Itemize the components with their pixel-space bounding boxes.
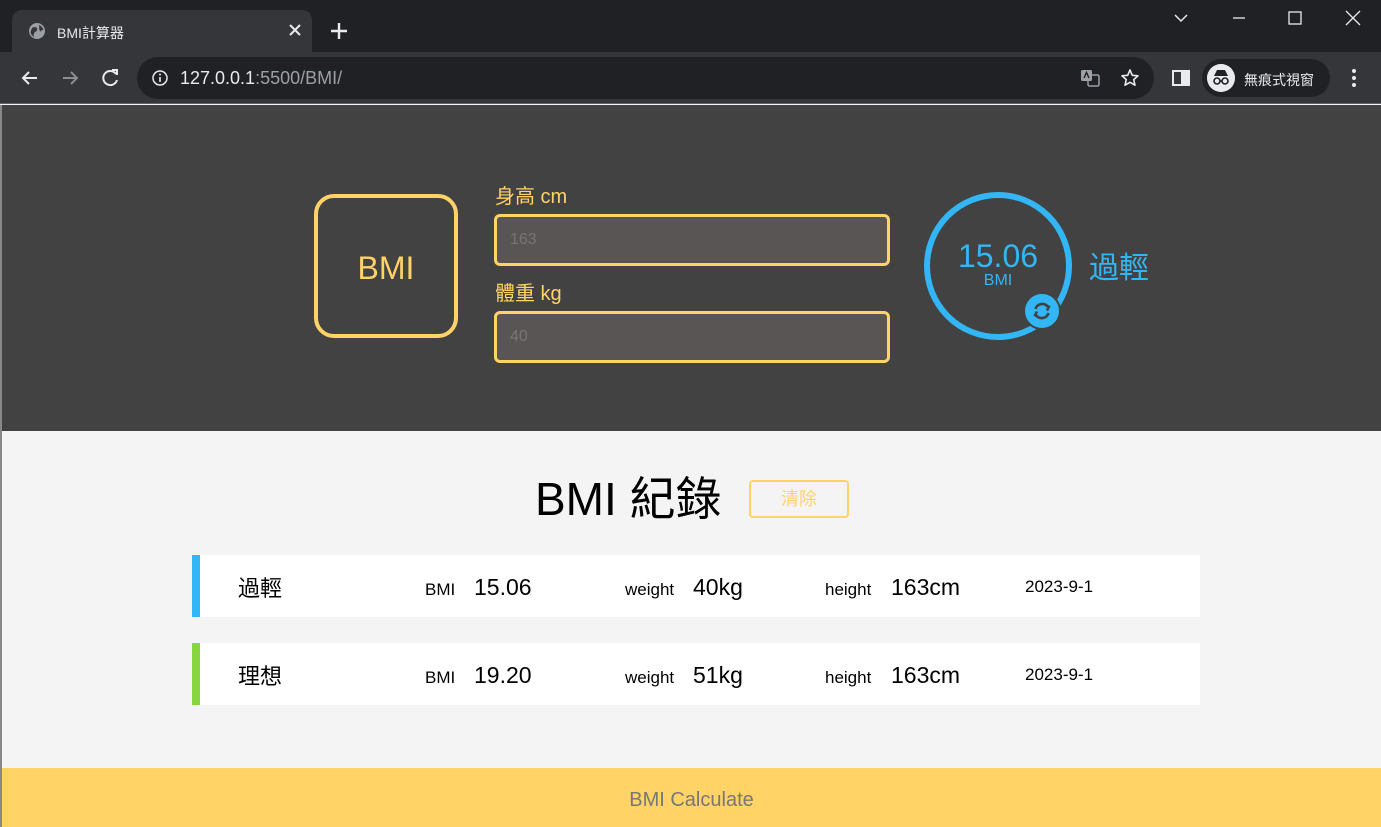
forward-icon[interactable] [56, 64, 84, 92]
close-icon[interactable] [284, 19, 306, 41]
record-weight-label: weight [625, 668, 675, 687]
incognito-icon [1207, 64, 1235, 92]
bmi-page: BMI 身高 cm 體重 kg 15.06 BMI 過輕 BMI 紀錄 清除 過… [2, 105, 1381, 827]
record-status-bar [192, 555, 200, 617]
weight-input[interactable] [494, 311, 890, 363]
globe-icon [29, 23, 45, 39]
result-status: 過輕 [1089, 252, 1149, 285]
calculator-header: BMI 身高 cm 體重 kg 15.06 BMI 過輕 [2, 105, 1381, 431]
bmi-logo: BMI [314, 194, 458, 338]
record-weight-label: weight [625, 580, 675, 599]
record-height-value: 163cm [891, 662, 961, 688]
reset-button[interactable] [1023, 292, 1061, 330]
height-label: 身高 cm [495, 186, 568, 208]
star-icon[interactable] [1119, 67, 1141, 89]
incognito-badge[interactable]: 無痕式視窗 [1202, 59, 1330, 97]
record-bmi-value: 19.20 [474, 662, 532, 688]
records-title: BMI 紀錄 [535, 473, 722, 525]
reload-icon[interactable] [96, 64, 124, 92]
record-bmi-label: BMI [425, 580, 456, 599]
footer-text: BMI Calculate [629, 789, 754, 811]
result-value: 15.06 [957, 238, 1039, 274]
browser-tab[interactable]: BMI計算器 [12, 10, 312, 52]
info-icon[interactable] [151, 69, 169, 87]
record-height-label: height [825, 580, 872, 599]
browser-titlebar: BMI計算器 [0, 0, 1381, 52]
maximize-icon[interactable] [1280, 6, 1310, 30]
record-date: 2023-9-1 [1025, 665, 1094, 684]
tab-title: BMI計算器 [57, 25, 124, 41]
record-row: 過輕 BMI 15.06 weight 40kg height 163cm 20… [192, 555, 1200, 617]
sidepanel-icon[interactable] [1167, 64, 1195, 92]
record-status: 理想 [238, 664, 283, 689]
record-height-label: height [825, 668, 872, 687]
refresh-icon [1033, 302, 1051, 320]
browser-toolbar: 127.0.0.1:5500/BMI/ 無痕式視窗 [0, 52, 1381, 104]
logo-text: BMI [357, 250, 415, 286]
footer: BMI Calculate [2, 768, 1381, 827]
more-icon[interactable] [1340, 64, 1368, 92]
record-bmi-value: 15.06 [474, 574, 532, 600]
record-status-bar [192, 643, 200, 705]
address-bar[interactable]: 127.0.0.1:5500/BMI/ [137, 57, 1154, 99]
clear-button[interactable]: 清除 [749, 480, 849, 518]
record-weight-value: 40kg [693, 574, 743, 600]
record-date: 2023-9-1 [1025, 577, 1094, 596]
record-status: 過輕 [238, 576, 283, 601]
url-host: 127.0.0.1 [180, 68, 256, 88]
plus-icon[interactable] [326, 18, 352, 44]
record-bmi-label: BMI [425, 668, 456, 687]
back-icon[interactable] [16, 64, 44, 92]
weight-label: 體重 kg [495, 283, 562, 305]
url-path: :5500/BMI/ [255, 68, 343, 88]
translate-icon[interactable] [1079, 67, 1101, 89]
record-row: 理想 BMI 19.20 weight 51kg height 163cm 20… [192, 643, 1200, 705]
chevron-down-icon[interactable] [1166, 6, 1196, 30]
record-weight-value: 51kg [693, 662, 743, 688]
record-height-value: 163cm [891, 574, 961, 600]
url-text: 127.0.0.1:5500/BMI/ [180, 68, 342, 89]
result-unit: BMI [983, 272, 1013, 289]
close-window-icon[interactable] [1338, 6, 1368, 30]
incognito-label: 無痕式視窗 [1244, 72, 1314, 88]
minimize-icon[interactable] [1224, 6, 1254, 30]
height-input[interactable] [494, 214, 890, 266]
